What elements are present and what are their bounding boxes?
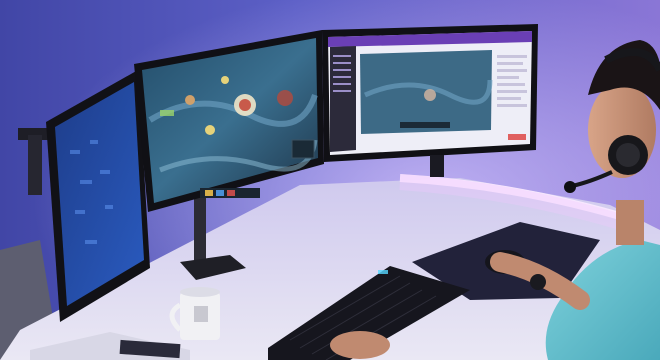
photo-illustration	[0, 0, 660, 360]
mic-icon	[564, 181, 576, 193]
monitor-arm-pole	[194, 195, 206, 265]
gaming-setup-photo	[0, 0, 660, 360]
left-hand	[330, 331, 390, 359]
